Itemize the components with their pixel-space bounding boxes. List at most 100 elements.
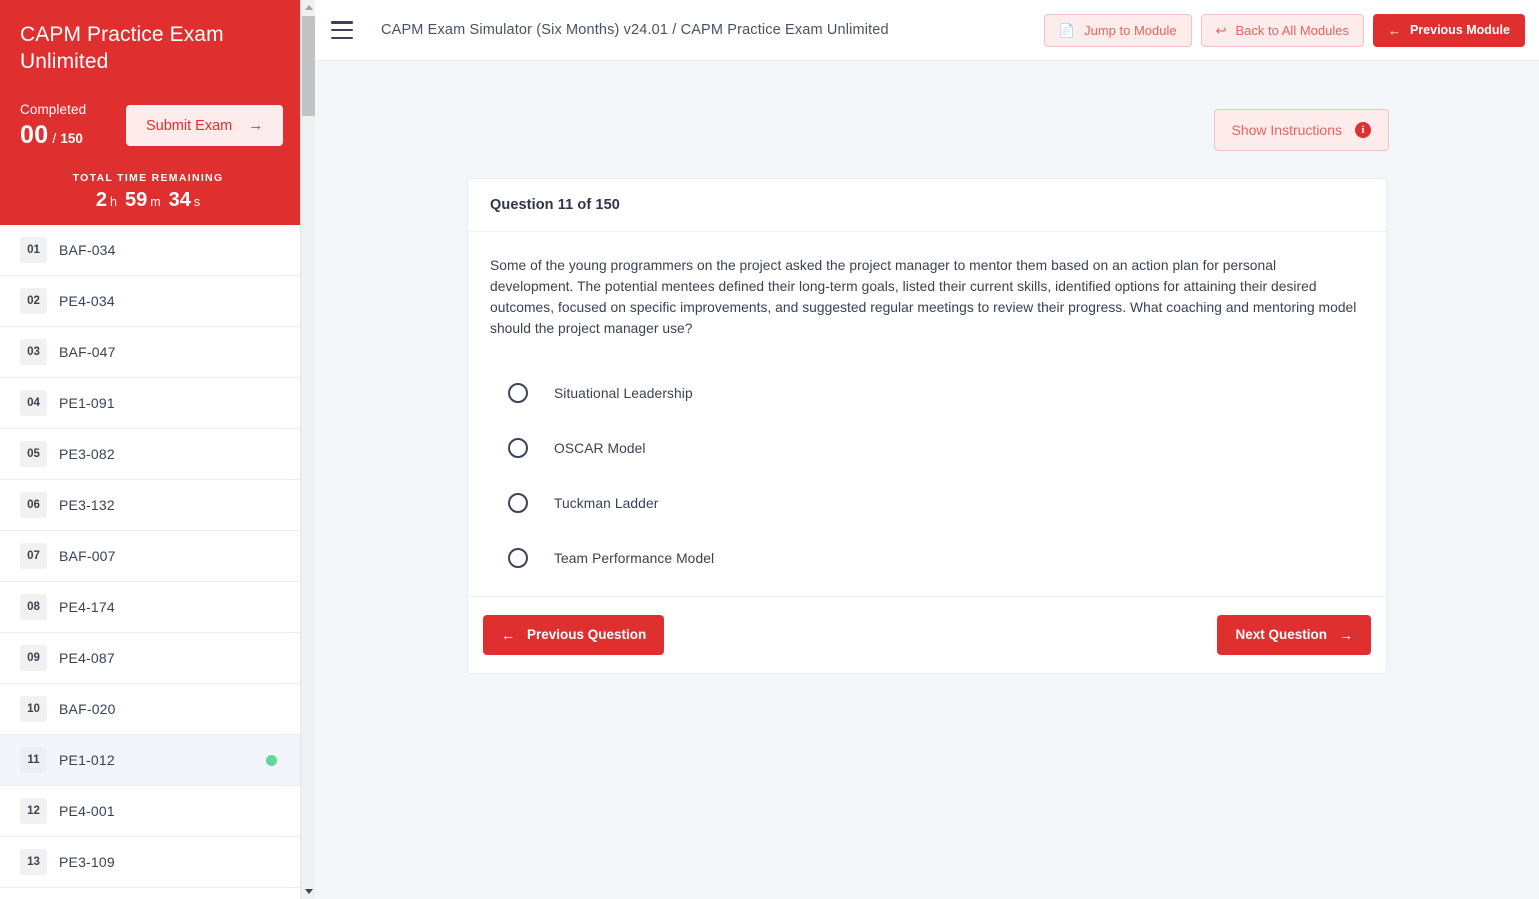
question-index: 01 [20, 237, 47, 263]
question-card-footer: ← Previous Question Next Question → [468, 595, 1386, 673]
question-code: PE4-087 [59, 650, 115, 666]
content-area: Show Instructions i Question 11 of 150 S… [315, 61, 1539, 674]
timer: TOTAL TIME REMAINING 2 h 59 m 34 s [20, 172, 280, 212]
radio-button-icon[interactable] [508, 493, 528, 514]
completed-separator: / [52, 129, 57, 146]
question-index: 10 [20, 696, 47, 722]
submit-exam-button[interactable]: Submit Exam → [126, 105, 284, 147]
top-bar: CAPM Exam Simulator (Six Months) v24.01 … [315, 0, 1539, 61]
main-content: CAPM Exam Simulator (Six Months) v24.01 … [315, 0, 1539, 899]
answer-options: Situational Leadership OSCAR Model Tuckman… [490, 366, 1364, 586]
previous-question-button[interactable]: ← Previous Question [483, 614, 665, 655]
question-list-item[interactable]: 13 PE3-109 [0, 837, 300, 888]
sidebar: CAPM Practice Exam Unlimited Completed 0… [0, 0, 315, 899]
question-list-item[interactable]: 11 PE1-012 [0, 735, 300, 786]
question-code: PE4-034 [59, 293, 115, 309]
question-card-body: Some of the young programmers on the pro… [468, 232, 1386, 596]
show-instructions-button[interactable]: Show Instructions i [1213, 109, 1389, 151]
reply-arrow-icon: ↩ [1215, 22, 1227, 38]
completed-progress: Completed 00 / 150 [20, 102, 108, 150]
question-code: PE1-012 [59, 752, 115, 768]
question-list-item[interactable]: 03 BAF-047 [0, 327, 300, 378]
hamburger-menu-icon[interactable] [331, 21, 353, 39]
radio-button-icon[interactable] [508, 548, 528, 569]
question-list-item[interactable]: 06 PE3-132 [0, 480, 300, 531]
timer-hours-unit: h [110, 194, 117, 209]
previous-question-label: Previous Question [527, 627, 647, 643]
question-code: PE3-082 [59, 446, 115, 462]
question-index: 06 [20, 492, 47, 518]
question-index: 12 [20, 798, 47, 824]
jump-to-module-button[interactable]: 📄 Jump to Module [1043, 13, 1192, 47]
radio-button-icon[interactable] [508, 438, 528, 459]
timer-seconds-unit: s [193, 194, 201, 209]
question-index: 03 [20, 339, 47, 365]
question-code: BAF-047 [59, 344, 116, 360]
question-code: PE3-109 [59, 854, 115, 870]
topbar-actions: 📄 Jump to Module ↩ Back to All Modules ←… [1043, 13, 1525, 47]
instructions-row: Show Instructions i [467, 61, 1389, 151]
question-list-item[interactable]: 01 BAF-034 [0, 225, 300, 276]
question-list-item[interactable]: 08 PE4-174 [0, 582, 300, 633]
back-to-all-modules-button[interactable]: ↩ Back to All Modules [1200, 13, 1364, 47]
answered-status-dot [266, 754, 277, 766]
question-code: PE4-174 [59, 599, 115, 615]
question-code: BAF-020 [59, 701, 116, 717]
question-code: PE4-001 [59, 803, 115, 819]
scroll-down-arrow-icon[interactable] [301, 884, 315, 899]
question-list-item[interactable]: 02 PE4-034 [0, 276, 300, 327]
answer-option[interactable]: Team Performance Model [508, 531, 1364, 586]
next-question-button[interactable]: Next Question → [1217, 614, 1371, 655]
external-link-icon: 📄 [1058, 22, 1076, 38]
question-list-item[interactable]: 07 BAF-007 [0, 531, 300, 582]
question-index: 02 [20, 288, 47, 314]
question-list: 01 BAF-034 02 PE4-034 03 BAF-047 04 PE1-091 05 PE… [0, 225, 300, 888]
question-list-item[interactable]: 12 PE4-001 [0, 786, 300, 837]
back-to-all-modules-label: Back to All Modules [1235, 22, 1349, 38]
previous-module-button[interactable]: ← Previous Module [1372, 13, 1525, 47]
question-code: BAF-034 [59, 242, 116, 258]
timer-value: 2 h 59 m 34 s [20, 189, 276, 212]
timer-seconds: 34 [168, 188, 191, 211]
completed-counter: 00 / 150 [20, 121, 108, 150]
info-icon: i [1355, 122, 1371, 138]
next-question-label: Next Question [1235, 627, 1327, 643]
question-index: 11 [20, 747, 47, 773]
exam-simulator-app: CAPM Practice Exam Unlimited Completed 0… [0, 0, 1539, 899]
show-instructions-label: Show Instructions [1231, 122, 1343, 138]
answer-option[interactable]: Tuckman Ladder [508, 476, 1364, 531]
question-index: 07 [20, 543, 47, 569]
answer-option-label: OSCAR Model [554, 440, 646, 456]
timer-minutes-unit: m [150, 194, 161, 209]
arrow-right-icon: → [1339, 626, 1353, 643]
question-code: PE3-132 [59, 497, 115, 513]
question-code: BAF-007 [59, 548, 116, 564]
answer-option[interactable]: Situational Leadership [508, 366, 1364, 421]
question-index: 05 [20, 441, 47, 467]
timer-hours: 2 [95, 188, 107, 211]
answer-option-label: Tuckman Ladder [554, 495, 659, 511]
question-list-item[interactable]: 05 PE3-082 [0, 429, 300, 480]
question-code: PE1-091 [59, 395, 115, 411]
question-card-header: Question 11 of 150 [468, 179, 1386, 232]
sidebar-scroll-area: CAPM Practice Exam Unlimited Completed 0… [0, 0, 300, 899]
answer-option[interactable]: OSCAR Model [508, 421, 1364, 476]
question-index: 13 [20, 849, 47, 875]
question-list-item[interactable]: 04 PE1-091 [0, 378, 300, 429]
arrow-left-icon: ← [501, 626, 515, 643]
scrollbar-thumb[interactable] [302, 16, 315, 116]
answer-option-label: Situational Leadership [554, 385, 693, 401]
scroll-up-arrow-icon[interactable] [301, 0, 315, 15]
question-counter: Question 11 of 150 [490, 197, 620, 213]
question-list-item[interactable]: 10 BAF-020 [0, 684, 300, 735]
question-list-item[interactable]: 09 PE4-087 [0, 633, 300, 684]
timer-minutes: 59 [124, 188, 148, 211]
submit-exam-label: Submit Exam [146, 117, 233, 134]
sidebar-scrollbar[interactable] [300, 0, 315, 899]
timer-label: TOTAL TIME REMAINING [72, 171, 224, 184]
question-index: 09 [20, 645, 47, 671]
arrow-right-icon: → [248, 117, 264, 135]
progress-row: Completed 00 / 150 Submit Exam → [20, 102, 284, 150]
radio-button-icon[interactable] [508, 383, 528, 404]
question-card: Question 11 of 150 Some of the young pro… [467, 178, 1387, 674]
